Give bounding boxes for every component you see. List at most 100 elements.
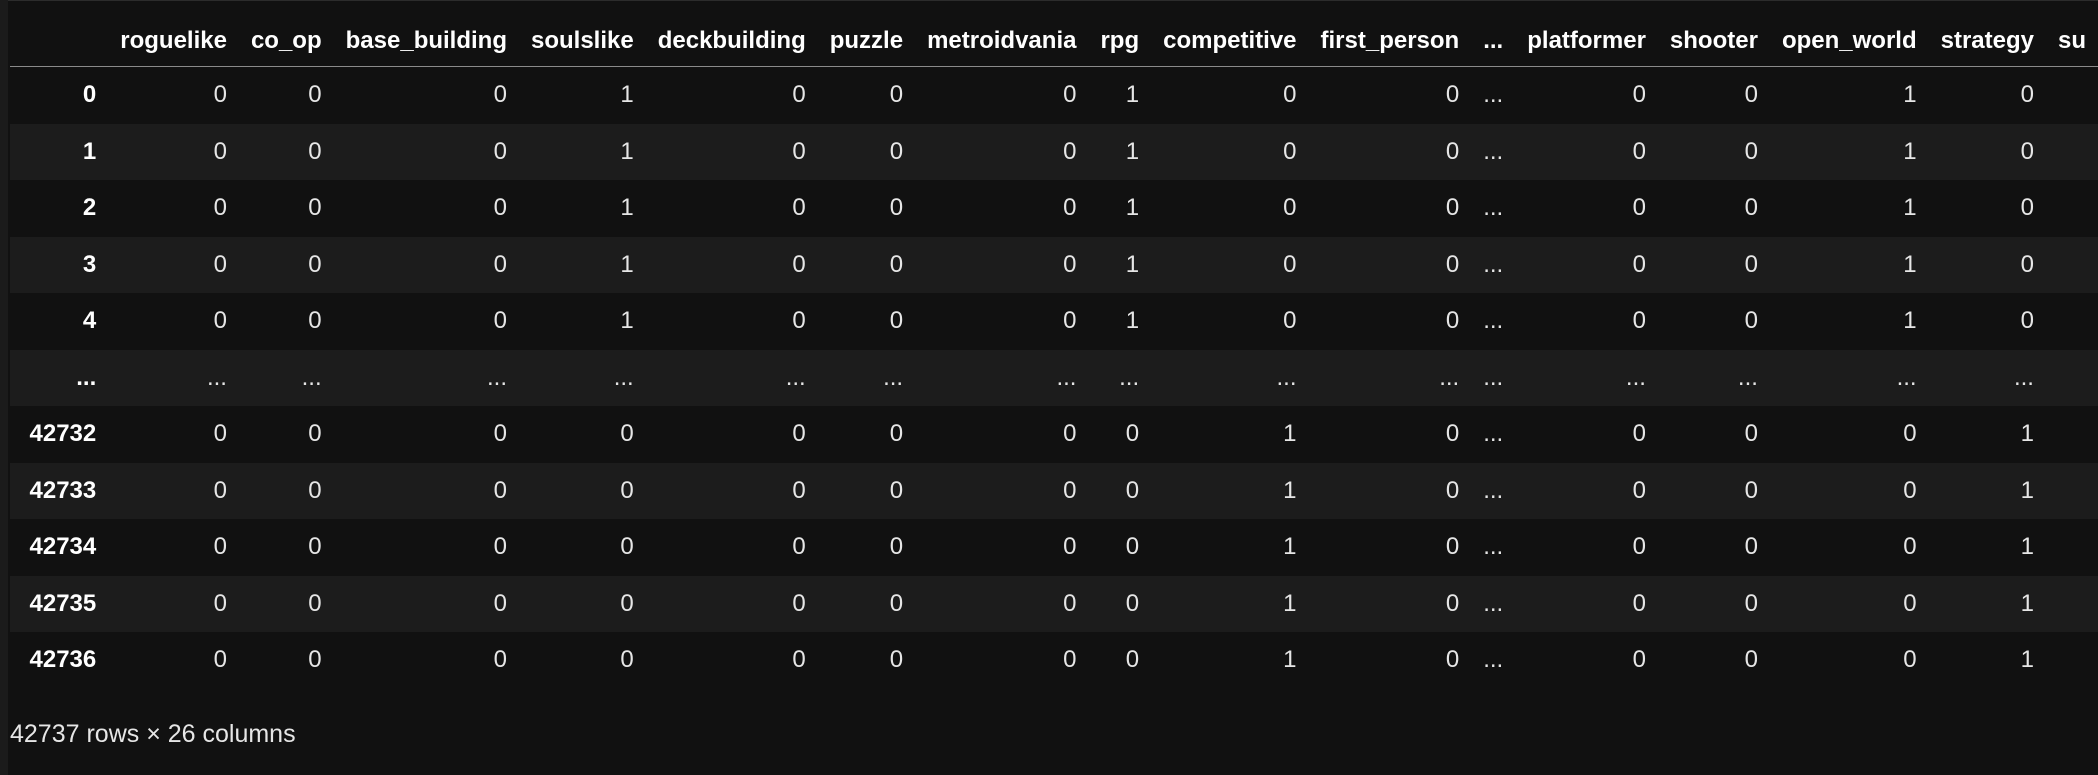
table-cell: ... bbox=[1483, 81, 1504, 109]
table-cell: 0 bbox=[1125, 476, 1140, 504]
table-cell: 0 bbox=[1744, 646, 1758, 674]
table-cell: 1 bbox=[2020, 646, 2034, 674]
table-cell: ... bbox=[1483, 363, 1504, 391]
table-cell: 0 bbox=[1445, 194, 1460, 222]
table-cell: ... bbox=[486, 363, 507, 391]
table-row: 0 0 0 0 1 0 0 0 1 0 0... 0 0 1 0 bbox=[10, 66, 2098, 124]
table-cell: 0 bbox=[2020, 307, 2034, 335]
table-cell: ... bbox=[1483, 137, 1504, 165]
table-cell bbox=[2046, 67, 2098, 124]
table-cell: 0 bbox=[308, 533, 322, 561]
table-cell: ... bbox=[1483, 420, 1504, 448]
table-cell: 0 bbox=[493, 420, 507, 448]
table-cell: 0 bbox=[620, 420, 634, 448]
table-cell: 1 bbox=[1903, 307, 1917, 335]
table-cell: ... bbox=[1483, 589, 1504, 617]
table-cell: 0 bbox=[1445, 250, 1460, 278]
table-cell bbox=[2046, 406, 2098, 463]
table-cell: 0 bbox=[1445, 137, 1460, 165]
table-cell: 0 bbox=[493, 307, 507, 335]
table-cell: ... bbox=[1276, 363, 1297, 391]
column-header: su bbox=[2045, 16, 2098, 67]
table-cell: 0 bbox=[889, 81, 904, 109]
table-cell: ... bbox=[206, 363, 227, 391]
table-cell: 0 bbox=[213, 250, 227, 278]
table-cell: 0 bbox=[1903, 533, 1917, 561]
table-cell: ... bbox=[785, 363, 806, 391]
column-header: open_world bbox=[1769, 16, 1929, 67]
column-header: soulslike bbox=[519, 16, 646, 67]
table-cell bbox=[2046, 237, 2098, 294]
table-cell: 0 bbox=[792, 81, 806, 109]
table-row: 42735 0 0 0 0 0 0 0 0 1 0... 0 0 0 1 bbox=[10, 575, 2098, 632]
table-cell: 1 bbox=[1283, 476, 1297, 504]
table-cell: 1 bbox=[1903, 137, 1917, 165]
cell-gutter bbox=[0, 0, 8, 775]
table-cell: 0 bbox=[1063, 420, 1077, 448]
table-cell: 0 bbox=[792, 137, 806, 165]
table-cell: ... bbox=[1483, 476, 1504, 504]
table-cell: 0 bbox=[1903, 420, 1917, 448]
table-cell bbox=[2046, 350, 2098, 407]
table-cell: 0 bbox=[1063, 137, 1077, 165]
table-cell: 0 bbox=[620, 533, 634, 561]
table-cell: 1 bbox=[2020, 476, 2034, 504]
table-cell: 1 bbox=[2020, 589, 2034, 617]
table-cell: 0 bbox=[2020, 137, 2034, 165]
table-cell: 0 bbox=[1632, 476, 1646, 504]
table-cell: ... bbox=[1483, 307, 1504, 335]
table-cell: 0 bbox=[1632, 194, 1646, 222]
table-cell: 1 bbox=[620, 194, 634, 222]
row-index: 42735 bbox=[29, 589, 97, 617]
table-cell: 0 bbox=[1063, 307, 1077, 335]
table-cell: 0 bbox=[1632, 250, 1646, 278]
table-cell: 0 bbox=[1632, 137, 1646, 165]
table-cell: ... bbox=[1483, 250, 1504, 278]
column-header: base_building bbox=[333, 16, 519, 67]
table-cell: 0 bbox=[213, 81, 227, 109]
table-row: 1 0 0 0 1 0 0 0 1 0 0... 0 0 1 0 bbox=[10, 123, 2098, 181]
table-cell bbox=[2046, 519, 2098, 576]
row-index: 4 bbox=[82, 307, 97, 335]
table-cell: 0 bbox=[1445, 533, 1460, 561]
table-cell: 0 bbox=[889, 420, 904, 448]
table-cell: 0 bbox=[213, 533, 227, 561]
table-cell: 1 bbox=[1283, 646, 1297, 674]
row-index: 42732 bbox=[29, 420, 97, 448]
table-cell: ... bbox=[1119, 363, 1140, 391]
table-cell: ... bbox=[1483, 533, 1504, 561]
table-cell: 0 bbox=[1744, 194, 1758, 222]
dataframe-table: roguelike co_op base_building soulslike deck… bbox=[10, 16, 2098, 689]
table-cell: 0 bbox=[1125, 420, 1140, 448]
table-cell: 0 bbox=[1632, 420, 1646, 448]
table-cell bbox=[2046, 124, 2098, 181]
table-cell: 1 bbox=[1903, 81, 1917, 109]
row-index: 0 bbox=[82, 81, 97, 109]
row-index: ... bbox=[76, 363, 97, 391]
table-cell: 0 bbox=[308, 194, 322, 222]
dataframe-output: roguelike co_op base_building soulslike deck… bbox=[10, 16, 2098, 689]
row-index: 42734 bbox=[29, 533, 97, 561]
table-cell: 0 bbox=[1744, 81, 1758, 109]
table-cell: 0 bbox=[792, 307, 806, 335]
column-header: ... bbox=[1471, 16, 1516, 67]
table-cell: 0 bbox=[1063, 533, 1077, 561]
table-cell: 0 bbox=[620, 646, 634, 674]
table-cell bbox=[2046, 632, 2098, 689]
table-cell: 0 bbox=[889, 476, 904, 504]
table-cell: ... bbox=[301, 363, 322, 391]
table-cell: 0 bbox=[1632, 533, 1646, 561]
table-cell: 1 bbox=[620, 307, 634, 335]
table-cell: ... bbox=[2013, 363, 2034, 391]
column-header: puzzle bbox=[817, 16, 916, 67]
table-cell: 0 bbox=[493, 589, 507, 617]
table-body: 0 0 0 0 1 0 0 0 1 0 0... 0 0 1 0 1 0 0 0 1 0 0 0 1 0 0... 0 0 1 0 2 0 0 0… bbox=[10, 66, 2098, 689]
table-cell: 1 bbox=[620, 250, 634, 278]
table-row: 42736 0 0 0 0 0 0 0 0 1 0... 0 0 0 1 bbox=[10, 632, 2098, 689]
column-header: deckbuilding bbox=[645, 16, 818, 67]
table-cell: 0 bbox=[1445, 589, 1460, 617]
table-cell: 0 bbox=[1125, 533, 1140, 561]
table-cell: 0 bbox=[1063, 589, 1077, 617]
column-header: first_person bbox=[1308, 16, 1472, 67]
table-cell: 0 bbox=[889, 646, 904, 674]
